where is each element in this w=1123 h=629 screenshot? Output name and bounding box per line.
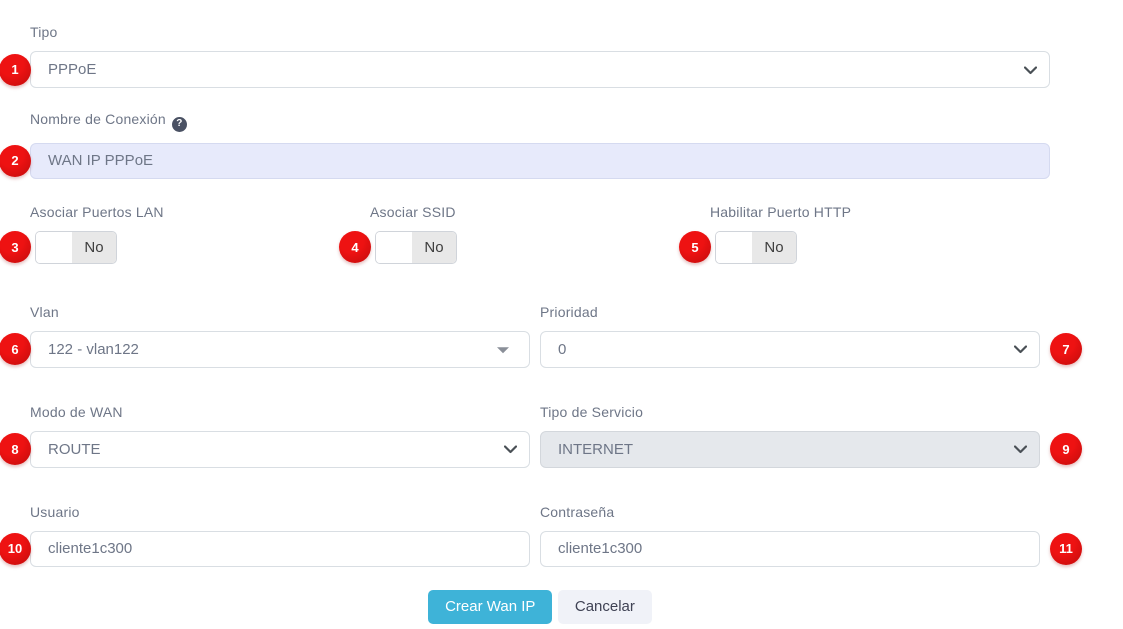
field-group-habilitar-puerto-http: Habilitar Puerto HTTP 5 No bbox=[710, 204, 1050, 268]
tipo-select-value: PPPoE bbox=[48, 61, 96, 78]
toggles-row: Asociar Puertos LAN 3 No Asociar SSID 4 … bbox=[30, 204, 1050, 268]
field-group-vlan: Vlan 6 122 - vlan122 bbox=[30, 304, 530, 368]
step-badge-7: 7 bbox=[1050, 333, 1082, 365]
contrasena-input[interactable] bbox=[540, 531, 1040, 567]
toggle-knob bbox=[36, 232, 72, 263]
asociar-puertos-lan-toggle[interactable]: No bbox=[35, 231, 117, 264]
chevron-down-icon bbox=[1014, 441, 1027, 458]
asociar-ssid-toggle[interactable]: No bbox=[375, 231, 457, 264]
form-actions: Crear Wan IP Cancelar bbox=[30, 590, 1050, 624]
field-group-contrasena: Contraseña 11 bbox=[540, 504, 1040, 567]
modo-servicio-row: Modo de WAN 8 ROUTE Tipo de Servicio 9 I… bbox=[30, 404, 1050, 468]
question-circle-icon[interactable]: ? bbox=[172, 117, 187, 132]
chevron-down-icon bbox=[1024, 61, 1037, 78]
toggle-state-label: No bbox=[412, 232, 456, 263]
field-group-nombre: Nombre de Conexión? 2 bbox=[30, 111, 1050, 179]
nombre-label: Nombre de Conexión? bbox=[30, 111, 1050, 132]
crear-wan-ip-button[interactable]: Crear Wan IP bbox=[428, 590, 552, 624]
vlan-label: Vlan bbox=[30, 304, 530, 320]
toggle-knob bbox=[716, 232, 752, 263]
credentials-row: Usuario 10 Contraseña 11 bbox=[30, 504, 1050, 567]
tipo-servicio-select-value: INTERNET bbox=[558, 441, 633, 458]
step-badge-11: 11 bbox=[1050, 533, 1082, 565]
toggle-state-label: No bbox=[752, 232, 796, 263]
chevron-down-icon bbox=[1014, 341, 1027, 358]
contrasena-label: Contraseña bbox=[540, 504, 1040, 520]
modo-wan-select-value: ROUTE bbox=[48, 441, 101, 458]
tipo-servicio-label: Tipo de Servicio bbox=[540, 404, 1040, 420]
field-group-usuario: Usuario 10 bbox=[30, 504, 530, 567]
asociar-ssid-label: Asociar SSID bbox=[370, 204, 710, 220]
tipo-select[interactable]: PPPoE bbox=[30, 51, 1050, 88]
prioridad-label: Prioridad bbox=[540, 304, 1040, 320]
field-group-modo-wan: Modo de WAN 8 ROUTE bbox=[30, 404, 530, 468]
prioridad-select-value: 0 bbox=[558, 341, 566, 358]
step-badge-3: 3 bbox=[0, 231, 31, 263]
step-badge-4: 4 bbox=[339, 231, 371, 263]
field-group-prioridad: Prioridad 7 0 bbox=[540, 304, 1040, 368]
cancelar-button[interactable]: Cancelar bbox=[558, 590, 652, 624]
modo-wan-label: Modo de WAN bbox=[30, 404, 530, 420]
step-badge-2: 2 bbox=[0, 145, 31, 177]
step-badge-10: 10 bbox=[0, 533, 31, 565]
step-badge-1: 1 bbox=[0, 54, 31, 86]
step-badge-8: 8 bbox=[0, 433, 31, 465]
toggle-state-label: No bbox=[72, 232, 116, 263]
step-badge-6: 6 bbox=[0, 333, 31, 365]
caret-down-icon bbox=[497, 347, 509, 353]
usuario-label: Usuario bbox=[30, 504, 530, 520]
wan-create-form: Tipo 1 PPPoE Nombre de Conexión? 2 Asoci… bbox=[30, 0, 1050, 624]
habilitar-puerto-http-toggle[interactable]: No bbox=[715, 231, 797, 264]
field-group-asociar-ssid: Asociar SSID 4 No bbox=[370, 204, 710, 268]
vlan-prioridad-row: Vlan 6 122 - vlan122 Prioridad 7 0 bbox=[30, 304, 1050, 368]
chevron-down-icon bbox=[504, 441, 517, 458]
step-badge-9: 9 bbox=[1050, 433, 1082, 465]
field-group-asociar-puertos-lan: Asociar Puertos LAN 3 No bbox=[30, 204, 370, 268]
usuario-input[interactable] bbox=[30, 531, 530, 567]
field-group-tipo-servicio: Tipo de Servicio 9 INTERNET bbox=[540, 404, 1040, 468]
step-badge-5: 5 bbox=[679, 231, 711, 263]
tipo-label: Tipo bbox=[30, 24, 1050, 40]
toggle-knob bbox=[376, 232, 412, 263]
nombre-conexion-input[interactable] bbox=[30, 143, 1050, 179]
modo-wan-select[interactable]: ROUTE bbox=[30, 431, 530, 468]
field-group-tipo: Tipo 1 PPPoE bbox=[30, 24, 1050, 88]
vlan-select-value: 122 - vlan122 bbox=[48, 341, 139, 358]
tipo-servicio-select: INTERNET bbox=[540, 431, 1040, 468]
prioridad-select[interactable]: 0 bbox=[540, 331, 1040, 368]
asociar-puertos-lan-label: Asociar Puertos LAN bbox=[30, 204, 370, 220]
habilitar-puerto-http-label: Habilitar Puerto HTTP bbox=[710, 204, 1050, 220]
vlan-select[interactable]: 122 - vlan122 bbox=[30, 331, 530, 368]
